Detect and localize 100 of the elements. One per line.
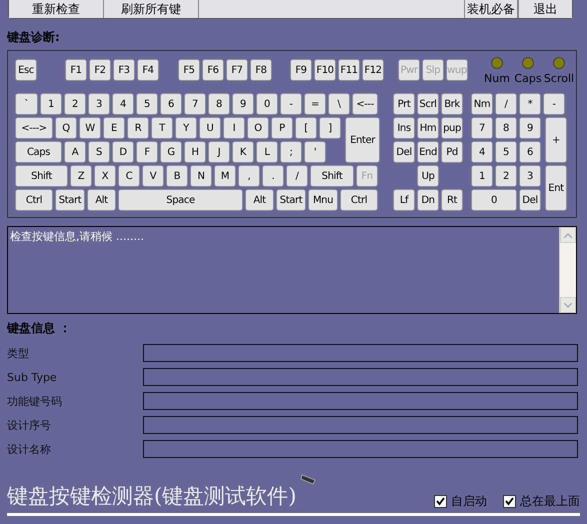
key[interactable]: J <box>208 141 230 163</box>
key[interactable]: P <box>271 117 293 139</box>
key[interactable]: 1 <box>40 93 62 115</box>
key[interactable]: Ctrl <box>340 189 378 211</box>
key[interactable]: H <box>184 141 206 163</box>
key[interactable]: ' <box>304 141 326 163</box>
key[interactable]: Scrl <box>417 93 439 115</box>
key[interactable]: 8 <box>208 93 230 115</box>
input-field[interactable] <box>143 368 578 386</box>
key[interactable]: F2 <box>89 59 111 81</box>
key[interactable]: / <box>286 165 308 187</box>
key[interactable]: 4 <box>112 93 134 115</box>
key[interactable]: T <box>151 117 173 139</box>
key[interactable]: Alt <box>245 189 274 211</box>
key[interactable]: L <box>256 141 278 163</box>
input-field[interactable] <box>143 416 578 434</box>
key[interactable]: F1 <box>65 59 87 81</box>
key[interactable]: End <box>417 141 439 163</box>
key[interactable]: ` <box>15 93 38 115</box>
key[interactable]: Pd <box>441 141 463 163</box>
key[interactable]: 3 <box>519 165 541 187</box>
key[interactable]: * <box>519 93 541 115</box>
key[interactable]: Hm <box>417 117 439 139</box>
key[interactable]: 9 <box>232 93 254 115</box>
key[interactable]: 4 <box>471 141 493 163</box>
key[interactable]: + <box>545 117 567 163</box>
key[interactable]: Enter <box>345 117 380 163</box>
key[interactable]: W <box>79 117 101 139</box>
key[interactable]: E <box>103 117 125 139</box>
log-area[interactable]: 检查按键信息,请稍候 ........ <box>7 226 577 314</box>
key[interactable]: Dn <box>417 189 439 211</box>
key[interactable]: C <box>118 165 140 187</box>
key[interactable]: 7 <box>184 93 206 115</box>
key[interactable]: [ <box>295 117 317 139</box>
key[interactable]: F <box>136 141 158 163</box>
key[interactable]: S <box>88 141 110 163</box>
key[interactable]: R <box>127 117 149 139</box>
key[interactable]: Ent <box>545 165 567 211</box>
key[interactable]: ; <box>280 141 302 163</box>
key[interactable]: Alt <box>87 189 116 211</box>
key[interactable]: <--- <box>352 93 378 115</box>
key[interactable]: Space <box>118 189 243 211</box>
key[interactable]: O <box>247 117 269 139</box>
key[interactable]: X <box>94 165 116 187</box>
input-field[interactable] <box>143 392 578 410</box>
key[interactable]: Q <box>55 117 77 139</box>
key[interactable]: 2 <box>64 93 86 115</box>
key[interactable]: V <box>142 165 164 187</box>
key[interactable]: F7 <box>226 59 248 81</box>
key[interactable]: Del <box>393 141 415 163</box>
key[interactable]: F8 <box>250 59 272 81</box>
key[interactable]: Brk <box>441 93 463 115</box>
key[interactable]: 3 <box>88 93 110 115</box>
key[interactable]: B <box>166 165 188 187</box>
key[interactable]: Up <box>417 165 439 187</box>
key[interactable]: , <box>238 165 260 187</box>
key[interactable]: Rt <box>441 189 463 211</box>
key[interactable]: K <box>232 141 254 163</box>
input-field[interactable] <box>143 344 578 362</box>
key[interactable]: F3 <box>113 59 135 81</box>
key[interactable]: 7 <box>471 117 493 139</box>
key[interactable]: F10 <box>314 59 336 81</box>
key[interactable]: 9 <box>519 117 541 139</box>
key[interactable]: I <box>223 117 245 139</box>
toolbar-button[interactable]: 重新检查 <box>9 0 104 18</box>
key[interactable]: F12 <box>362 59 384 81</box>
key[interactable]: F5 <box>178 59 200 81</box>
toolbar-button[interactable]: 装机必备 <box>464 0 518 18</box>
key[interactable]: Y <box>175 117 197 139</box>
key[interactable]: - <box>543 93 565 115</box>
key[interactable]: Ins <box>393 117 415 139</box>
key[interactable]: Start <box>55 189 85 211</box>
option-checkbox[interactable]: 自启动 <box>434 493 487 510</box>
option-checkbox[interactable]: 总在最上面 <box>503 493 580 510</box>
key[interactable]: pup <box>441 117 463 139</box>
key[interactable]: \ <box>328 93 350 115</box>
key[interactable]: 5 <box>136 93 158 115</box>
input-field[interactable] <box>143 440 578 458</box>
key[interactable]: M <box>214 165 236 187</box>
key[interactable]: <---> <box>15 117 53 139</box>
key[interactable]: Del <box>519 189 541 211</box>
key[interactable]: Caps <box>15 141 62 163</box>
key[interactable]: 2 <box>495 165 517 187</box>
key[interactable]: 8 <box>495 117 517 139</box>
key[interactable]: Shift <box>310 165 354 187</box>
key[interactable]: N <box>190 165 212 187</box>
key[interactable]: Nm <box>471 93 493 115</box>
key[interactable]: Shift <box>15 165 68 187</box>
key[interactable]: 5 <box>495 141 517 163</box>
key[interactable]: . <box>262 165 284 187</box>
key[interactable]: Lf <box>393 189 415 211</box>
toolbar-button[interactable]: 退出 <box>518 0 572 18</box>
key[interactable]: F6 <box>202 59 224 81</box>
key[interactable]: A <box>64 141 86 163</box>
key[interactable]: ] <box>319 117 341 139</box>
key[interactable]: Start <box>276 189 306 211</box>
key[interactable]: - <box>280 93 302 115</box>
key[interactable]: 6 <box>519 141 541 163</box>
key[interactable]: 0 <box>256 93 278 115</box>
key[interactable]: 1 <box>471 165 493 187</box>
